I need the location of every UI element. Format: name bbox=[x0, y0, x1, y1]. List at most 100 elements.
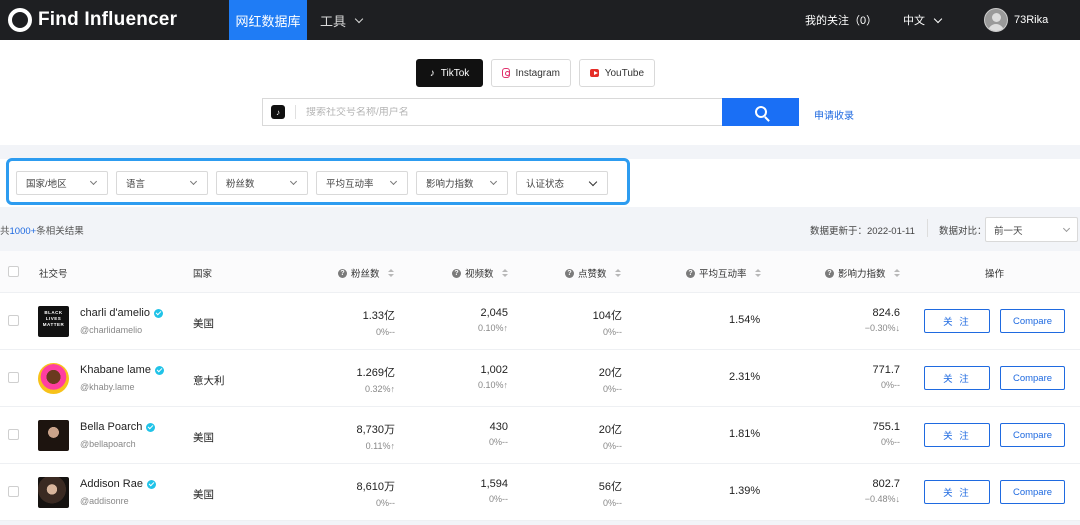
select-all-checkbox[interactable] bbox=[8, 266, 19, 277]
row-checkbox[interactable] bbox=[8, 315, 19, 326]
language-label: 中文 bbox=[903, 15, 925, 27]
avatar[interactable] bbox=[38, 420, 69, 451]
table-header: 社交号 国家 ? 粉丝数 ? 视频数 ? 点赞数 ? 平均互动率 ? 影响力指数 操作 bbox=[0, 251, 1080, 293]
filter-label: 语言 bbox=[126, 179, 146, 190]
filter-country[interactable]: 国家/地区 bbox=[16, 171, 108, 195]
follow-button[interactable]: 关 注 bbox=[924, 480, 990, 504]
account-name[interactable]: Addison Rae bbox=[80, 478, 156, 490]
nav-tools-menu[interactable]: 工具 bbox=[320, 0, 364, 40]
nav-my-follows[interactable]: 我的关注（0） bbox=[805, 0, 877, 40]
header-label: 平均互动率 bbox=[699, 269, 747, 280]
row-checkbox[interactable] bbox=[8, 486, 19, 497]
username: 73Rika bbox=[1014, 14, 1049, 26]
filter-engagement[interactable]: 平均互动率 bbox=[316, 171, 408, 195]
videos-value: 1,002 bbox=[480, 364, 508, 376]
divider bbox=[927, 219, 928, 237]
search-panel: ♪ TikTok Instagram YouTube ♪ 申请收录 bbox=[0, 40, 1080, 145]
nav-tab-influencer-database[interactable]: 网红数据库 bbox=[229, 0, 307, 40]
logo[interactable]: Find Influencer bbox=[8, 0, 177, 40]
table-row: BLACK LIVES MATTER charli d'amelio @char… bbox=[0, 293, 1080, 350]
result-count: 共1000+条相关结果 bbox=[0, 223, 84, 237]
videos-cell: 1,594 0%-- bbox=[480, 464, 508, 504]
platform-tiktok-button[interactable]: ♪ TikTok bbox=[416, 59, 483, 87]
influence-cell: 755.1 0%-- bbox=[872, 407, 900, 447]
data-compare-select[interactable]: 前一天 bbox=[985, 217, 1078, 242]
account-name[interactable]: Bella Poarch bbox=[80, 421, 156, 433]
likes-change: 0%-- bbox=[602, 498, 622, 508]
platform-switcher: ♪ TikTok Instagram YouTube bbox=[416, 59, 655, 87]
influence-value: 824.6 bbox=[872, 307, 900, 319]
filter-label: 影响力指数 bbox=[426, 179, 474, 190]
compare-button[interactable]: Compare bbox=[1000, 309, 1065, 333]
header-engagement[interactable]: ? 平均互动率 bbox=[686, 266, 761, 280]
influence-value: 755.1 bbox=[872, 421, 900, 433]
header-label: 视频数 bbox=[465, 269, 494, 280]
follow-button[interactable]: 关 注 bbox=[924, 366, 990, 390]
likes-change: 0%-- bbox=[602, 441, 622, 451]
header-influence[interactable]: ? 影响力指数 bbox=[825, 266, 900, 280]
likes-value: 20亿 bbox=[598, 424, 622, 436]
account-name-text: Addison Rae bbox=[80, 478, 143, 490]
language-selector[interactable]: 中文 bbox=[903, 0, 943, 40]
videos-change: 0.10%↑ bbox=[477, 380, 508, 390]
influence-change: 0%-- bbox=[880, 437, 900, 447]
followers-change: 0.32%↑ bbox=[364, 384, 395, 394]
account-handle: @khaby.lame bbox=[80, 382, 135, 392]
data-compare-value: 前一天 bbox=[994, 225, 1023, 237]
account-name[interactable]: Khabane lame bbox=[80, 364, 164, 376]
tiktok-icon: ♪ bbox=[271, 105, 285, 119]
table-row: Khabane lame @khaby.lame 意大利 1.269亿 0.32%… bbox=[0, 350, 1080, 407]
platform-instagram-button[interactable]: Instagram bbox=[491, 59, 571, 87]
influence-change: −0.48%↓ bbox=[864, 494, 900, 504]
nav-tools-label: 工具 bbox=[320, 13, 347, 29]
logo-icon bbox=[8, 8, 32, 32]
likes-value: 20亿 bbox=[598, 367, 622, 379]
likes-cell: 56亿 0%-- bbox=[599, 464, 622, 508]
filter-followers[interactable]: 粉丝数 bbox=[216, 171, 308, 195]
header-likes[interactable]: ? 点赞数 bbox=[565, 266, 621, 280]
compare-button[interactable]: Compare bbox=[1000, 423, 1065, 447]
filter-verification[interactable]: 认证状态 bbox=[516, 171, 608, 195]
followers-change: 0%-- bbox=[375, 327, 395, 337]
compare-button[interactable]: Compare bbox=[1000, 480, 1065, 504]
likes-cell: 20亿 0%-- bbox=[599, 350, 622, 394]
engagement-rate: 1.39% bbox=[729, 485, 761, 497]
header-followers[interactable]: ? 粉丝数 bbox=[338, 266, 394, 280]
header-actions: 操作 bbox=[985, 269, 1005, 280]
user-menu[interactable]: 73Rika bbox=[984, 0, 1048, 40]
follow-button[interactable]: 关 注 bbox=[924, 309, 990, 333]
sort-icon bbox=[614, 269, 621, 277]
apply-inclusion-link[interactable]: 申请收录 bbox=[814, 107, 854, 122]
help-icon: ? bbox=[825, 268, 834, 278]
videos-value: 430 bbox=[489, 421, 508, 433]
help-icon: ? bbox=[338, 268, 347, 278]
compare-button[interactable]: Compare bbox=[1000, 366, 1065, 390]
videos-change: 0%-- bbox=[488, 437, 508, 447]
data-compare-label: 数据对比： bbox=[939, 226, 987, 237]
data-updated-date: 数据更新于：2022-01-11 bbox=[810, 226, 915, 237]
platform-label: YouTube bbox=[604, 67, 644, 79]
platform-youtube-button[interactable]: YouTube bbox=[579, 59, 655, 87]
search-input[interactable] bbox=[306, 106, 722, 118]
follow-button[interactable]: 关 注 bbox=[924, 423, 990, 447]
chevron-down-icon bbox=[389, 177, 398, 186]
avatar[interactable]: BLACK LIVES MATTER bbox=[38, 306, 69, 337]
verified-icon bbox=[147, 479, 156, 489]
avatar[interactable] bbox=[38, 477, 69, 508]
likes-value: 56亿 bbox=[598, 481, 622, 493]
country: 美国 bbox=[193, 432, 214, 444]
sort-icon bbox=[387, 269, 394, 277]
search-button[interactable] bbox=[722, 98, 799, 126]
filter-language[interactable]: 语言 bbox=[116, 171, 208, 195]
followers-cell: 8,610万 0%-- bbox=[356, 464, 395, 508]
table-row: Bella Poarch @bellapoarch 美国 8,730万 0.11%… bbox=[0, 407, 1080, 464]
header-videos[interactable]: ? 视频数 bbox=[452, 266, 508, 280]
row-checkbox[interactable] bbox=[8, 372, 19, 383]
filter-influence[interactable]: 影响力指数 bbox=[416, 171, 508, 195]
avatar[interactable] bbox=[38, 363, 69, 394]
chevron-down-icon bbox=[1062, 224, 1071, 232]
country: 美国 bbox=[193, 489, 214, 501]
row-checkbox[interactable] bbox=[8, 429, 19, 440]
followers-value: 8,730万 bbox=[356, 424, 395, 436]
account-name[interactable]: charli d'amelio bbox=[80, 307, 163, 319]
